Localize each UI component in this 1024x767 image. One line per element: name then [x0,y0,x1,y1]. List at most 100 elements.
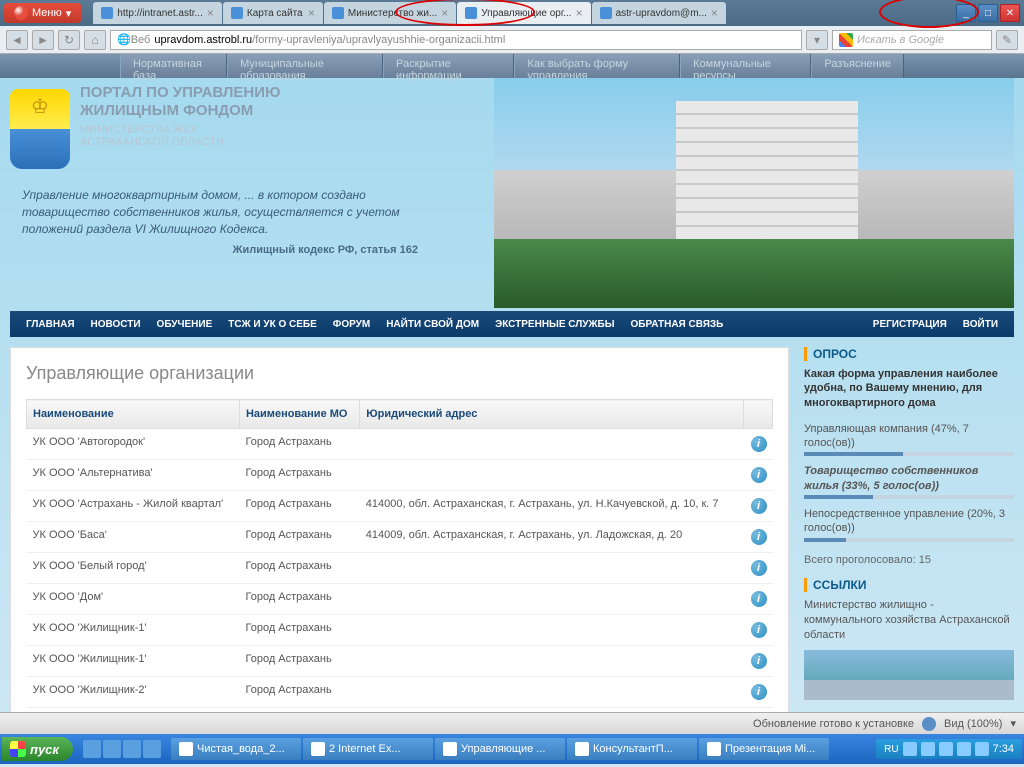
task-label: Чистая_вода_2... [197,743,285,755]
forward-button[interactable]: ► [32,30,54,50]
tab-label: astr-upravdom@m... [616,8,707,19]
info-icon[interactable]: i [751,653,767,669]
poll-total: Всего проголосовало: 15 [804,554,1014,566]
tray-icon[interactable] [921,742,935,756]
info-icon[interactable]: i [751,684,767,700]
tray-icon[interactable] [939,742,953,756]
reload-button[interactable]: ↻ [58,30,80,50]
tab-close-icon[interactable]: × [576,6,583,20]
address-bar: ◄ ► ↻ ⌂ 🌐 Веб upravdom.astrobl.ru /formy… [0,26,1024,54]
dropdown-button[interactable]: ▾ [806,30,828,50]
table-row: УК ООО 'Жилищник-2'Город Астраханьi [27,677,773,708]
tab-close-icon[interactable]: × [207,6,214,20]
ql-icon[interactable] [123,740,141,758]
main-nav: ГЛАВНАЯНОВОСТИОБУЧЕНИЕТСЖ И УК О СЕБЕФОР… [10,311,1014,337]
page-icon [332,7,344,19]
tray-icon[interactable] [957,742,971,756]
taskbar-item[interactable]: Презентация Mi... [699,738,829,760]
ql-icon[interactable] [83,740,101,758]
poll-option[interactable]: Управляющая компания (47%, 7 голос(ов)) [804,418,1014,461]
links-header: ССЫЛКИ [804,578,1014,592]
url-input[interactable]: 🌐 Веб upravdom.astrobl.ru /formy-upravle… [110,30,802,50]
browser-tab[interactable]: http://intranet.astr...× [93,2,222,24]
poll-option[interactable]: Непосредственное управление (20%, 3 голо… [804,503,1014,546]
taskbar-item[interactable]: КонсультантП... [567,738,697,760]
table-cell: Город Астрахань [239,522,359,553]
status-update-text: Обновление готово к установке [753,718,914,730]
language-indicator[interactable]: RU [884,744,898,755]
browser-tab[interactable]: Карта сайта× [223,2,323,24]
main-nav-item[interactable]: НАЙТИ СВОЙ ДОМ [378,319,487,330]
table-row: УК ООО 'Баса'Город Астрахань414009, обл.… [27,522,773,553]
info-icon[interactable]: i [751,467,767,483]
column-header[interactable] [743,400,772,429]
top-nav-item[interactable]: Раскрытие информации [383,54,514,78]
main-nav-item[interactable]: ЭКСТРЕННЫЕ СЛУЖБЫ [487,319,622,330]
info-icon[interactable]: i [751,529,767,545]
ql-icon[interactable] [103,740,121,758]
sidebar: ОПРОС Какая форма управления наиболее уд… [804,347,1014,712]
top-nav-item[interactable]: Нормативная база [120,54,227,78]
ql-icon[interactable] [143,740,161,758]
info-icon[interactable]: i [751,560,767,576]
search-input[interactable]: Искать в Google [832,30,992,50]
tab-close-icon[interactable]: × [441,6,448,20]
table-row: УК ООО 'Жилищник-1'Город Астраханьi [27,646,773,677]
taskbar-item[interactable]: Чистая_вода_2... [171,738,301,760]
maximize-button[interactable]: □ [978,4,998,22]
table-cell [360,677,743,708]
top-nav-item[interactable]: Коммунальные ресурсы [680,54,811,78]
main-nav-item[interactable]: ФОРУМ [325,319,378,330]
top-nav-item[interactable]: Муниципальные образования [227,54,383,78]
register-link[interactable]: РЕГИСТРАЦИЯ [865,319,955,330]
close-button[interactable]: ✕ [1000,4,1020,22]
poll-question: Какая форма управления наиболее удобна, … [804,367,1014,410]
taskbar-item[interactable]: Управляющие ... [435,738,565,760]
sidebar-link[interactable]: Министерство жилищно - коммунального хоз… [804,598,1014,644]
page-header: ПОРТАЛ ПО УПРАВЛЕНИЮ ЖИЛИЩНЫМ ФОНДОМ МИН… [0,78,1024,311]
column-header[interactable]: Наименование МО [239,400,359,429]
task-label: Презентация Mi... [725,743,815,755]
table-row: УК ООО 'Дом'Город Астраханьi [27,584,773,615]
browser-tab[interactable]: astr-upravdom@m... × [592,2,726,24]
page-icon [231,7,243,19]
zoom-level[interactable]: Вид (100%) [944,718,1002,730]
login-link[interactable]: ВОЙТИ [955,319,1006,330]
column-header[interactable]: Юридический адрес [360,400,743,429]
browser-tab[interactable]: Министерство жи...× [324,2,456,24]
info-icon[interactable]: i [751,591,767,607]
chevron-down-icon[interactable]: ▾ [1010,717,1016,730]
page-icon [101,7,113,19]
header-photo [494,78,1014,308]
minimize-button[interactable]: _ [956,4,976,22]
tab-close-icon[interactable]: × [308,6,315,20]
tray-icon[interactable] [975,742,989,756]
start-button[interactable]: пуск [2,737,73,761]
page-content: Нормативная базаМуниципальные образовани… [0,54,1024,712]
clock[interactable]: 7:34 [993,743,1014,755]
tab-close-icon[interactable]: × [711,6,718,20]
sidebar-thumbnail[interactable] [804,650,1014,700]
main-nav-item[interactable]: ГЛАВНАЯ [18,319,83,330]
main-nav-item[interactable]: ОБУЧЕНИЕ [149,319,221,330]
browser-tab[interactable]: Управляющие орг...× [457,2,590,24]
settings-button[interactable]: ✎ [996,30,1018,50]
info-icon[interactable]: i [751,622,767,638]
table-row: УК ООО 'Жилищник-1'Город Астраханьi [27,615,773,646]
back-button[interactable]: ◄ [6,30,28,50]
page-icon [600,7,612,19]
zoom-icon[interactable] [922,717,936,731]
main-nav-item[interactable]: ОБРАТНАЯ СВЯЗЬ [623,319,732,330]
taskbar-item[interactable]: 2 Internet Ex... [303,738,433,760]
poll-option[interactable]: Товарищество собственников жилья (33%, 5… [804,460,1014,503]
column-header[interactable]: Наименование [27,400,240,429]
tray-icon[interactable] [903,742,917,756]
info-icon[interactable]: i [751,436,767,452]
opera-menu-button[interactable]: Меню ▾ [4,3,81,23]
home-button[interactable]: ⌂ [84,30,106,50]
top-nav-item[interactable]: Разъяснение [811,54,904,78]
main-nav-item[interactable]: ТСЖ И УК О СЕБЕ [220,319,325,330]
top-nav-item[interactable]: Как выбрать форму управления [514,54,680,78]
info-icon[interactable]: i [751,498,767,514]
main-nav-item[interactable]: НОВОСТИ [83,319,149,330]
